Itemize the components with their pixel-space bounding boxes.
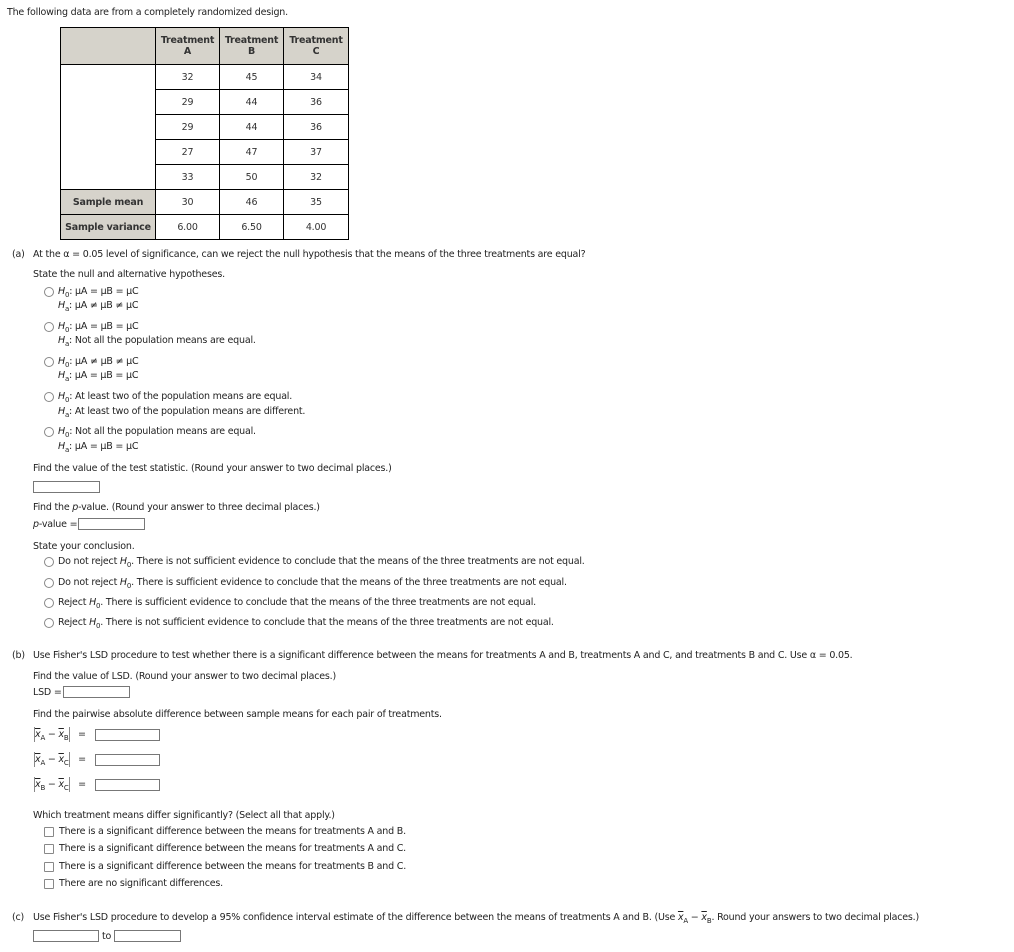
radio-button[interactable] xyxy=(44,617,54,628)
checkbox[interactable] xyxy=(44,878,54,889)
sample-mean-row: Sample mean 30 46 35 xyxy=(60,189,349,215)
sample-mean-label: Sample mean xyxy=(60,189,156,215)
sample-variance-label: Sample variance xyxy=(60,214,156,240)
header-treatment-c: Treatment C xyxy=(283,27,349,65)
hypotheses-prompt: State the null and alternative hypothese… xyxy=(33,269,225,280)
radio-button[interactable] xyxy=(44,556,54,567)
lsd-prompt: Find the value of LSD. (Round your answe… xyxy=(33,671,337,682)
hypothesis-option-2[interactable]: H0: μA = μB = μC xyxy=(44,321,139,334)
variance-cell: 6.50 xyxy=(219,214,284,240)
table-cell: 36 xyxy=(283,89,349,115)
part-a-label: (a) xyxy=(12,249,25,260)
table-cell: 29 xyxy=(155,89,220,115)
pair-diff-ac-label: xA − xC = xyxy=(34,752,86,767)
part-b-question: Use Fisher's LSD procedure to test wheth… xyxy=(33,650,853,661)
lsd-label: LSD = xyxy=(33,687,62,698)
mean-cell: 46 xyxy=(219,189,284,215)
table-cell: 29 xyxy=(155,114,220,140)
variance-cell: 4.00 xyxy=(283,214,349,240)
conclusion-option-2[interactable]: Do not reject H0. There is sufficient ev… xyxy=(44,577,567,590)
conclusion-option-1[interactable]: Do not reject H0. There is not sufficien… xyxy=(44,556,585,569)
blank-row-label-cell xyxy=(60,64,156,190)
radio-button[interactable] xyxy=(44,426,54,437)
part-a-question: At the α = 0.05 level of significance, c… xyxy=(33,249,586,260)
part-c-question: Use Fisher's LSD procedure to develop a … xyxy=(33,912,920,925)
test-statistic-prompt: Find the value of the test statistic. (R… xyxy=(33,463,392,474)
hypothesis-option-5-alt: Ha: μA = μB = μC xyxy=(58,441,139,454)
mean-cell: 30 xyxy=(155,189,220,215)
hypothesis-option-4-alt: Ha: At least two of the population means… xyxy=(58,406,306,419)
differ-option-bc[interactable]: There is a significant difference betwee… xyxy=(44,861,406,872)
table-header-row: Treatment A Treatment B Treatment C xyxy=(60,27,349,65)
mean-cell: 35 xyxy=(283,189,349,215)
checkbox[interactable] xyxy=(44,843,54,854)
table-cell: 32 xyxy=(155,64,220,90)
table-cell: 37 xyxy=(283,139,349,165)
data-table: Treatment A Treatment B Treatment C 32 45 3… xyxy=(60,27,349,240)
hypothesis-option-4[interactable]: H0: At least two of the population means… xyxy=(44,391,292,404)
conclusion-option-3[interactable]: Reject H0. There is sufficient evidence … xyxy=(44,597,536,610)
pvalue-prompt: Find the p-value. (Round your answer to … xyxy=(33,502,320,513)
differ-prompt: Which treatment means differ significant… xyxy=(33,810,335,821)
part-b-label: (b) xyxy=(12,650,25,661)
table-cell: 33 xyxy=(155,164,220,190)
pair-diff-bc-input[interactable] xyxy=(95,779,160,791)
radio-button[interactable] xyxy=(44,321,54,332)
lsd-input[interactable] xyxy=(63,686,130,698)
table-cell: 32 xyxy=(283,164,349,190)
pair-diff-ab-label: xA − xB = xyxy=(34,727,86,742)
table-cell: 45 xyxy=(219,64,284,90)
table-corner-cell xyxy=(60,27,156,65)
intro-text: The following data are from a completely… xyxy=(7,7,288,18)
table-cell: 44 xyxy=(219,114,284,140)
checkbox[interactable] xyxy=(44,861,54,872)
table-cell: 44 xyxy=(219,89,284,115)
table-cell: 27 xyxy=(155,139,220,165)
sample-variance-row: Sample variance 6.00 6.50 4.00 xyxy=(60,214,349,240)
hypothesis-option-3[interactable]: H0: μA ≠ μB ≠ μC xyxy=(44,356,139,369)
radio-button[interactable] xyxy=(44,597,54,608)
pair-diff-ac-input[interactable] xyxy=(95,754,160,766)
table-cell: 50 xyxy=(219,164,284,190)
variance-cell: 6.00 xyxy=(155,214,220,240)
header-treatment-a: Treatment A xyxy=(155,27,220,65)
conclusion-option-4[interactable]: Reject H0. There is not sufficient evide… xyxy=(44,617,554,630)
radio-button[interactable] xyxy=(44,286,54,297)
pair-diff-ab-input[interactable] xyxy=(95,729,160,741)
pairwise-prompt: Find the pairwise absolute difference be… xyxy=(33,709,442,720)
hypothesis-option-3-alt: Ha: μA = μB = μC xyxy=(58,370,139,383)
hypothesis-option-2-alt: Ha: Not all the population means are equ… xyxy=(58,335,256,348)
radio-button[interactable] xyxy=(44,577,54,588)
differ-option-ac[interactable]: There is a significant difference betwee… xyxy=(44,843,406,854)
hypothesis-option-1[interactable]: H0: μA = μB = μC xyxy=(44,286,139,299)
radio-button[interactable] xyxy=(44,356,54,367)
ci-to-label: to xyxy=(102,931,112,942)
test-statistic-input[interactable] xyxy=(33,481,100,493)
ci-lower-input[interactable] xyxy=(33,930,99,942)
pair-diff-bc-label: xB − xC = xyxy=(34,777,86,792)
conclusion-prompt: State your conclusion. xyxy=(33,541,135,552)
ci-upper-input[interactable] xyxy=(114,930,181,942)
header-treatment-b: Treatment B xyxy=(219,27,284,65)
differ-option-none[interactable]: There are no significant differences. xyxy=(44,878,223,889)
differ-option-ab[interactable]: There is a significant difference betwee… xyxy=(44,826,406,837)
pvalue-input[interactable] xyxy=(78,518,145,530)
pvalue-label: p-value = xyxy=(33,519,78,530)
hypothesis-option-5[interactable]: H0: Not all the population means are equ… xyxy=(44,426,256,439)
hypothesis-option-1-alt: Ha: μA ≠ μB ≠ μC xyxy=(58,300,139,313)
checkbox[interactable] xyxy=(44,826,54,837)
part-c-label: (c) xyxy=(12,912,25,923)
radio-button[interactable] xyxy=(44,391,54,402)
table-cell: 36 xyxy=(283,114,349,140)
table-cell: 34 xyxy=(283,64,349,90)
table-row: 32 45 34 xyxy=(60,64,349,190)
table-cell: 47 xyxy=(219,139,284,165)
